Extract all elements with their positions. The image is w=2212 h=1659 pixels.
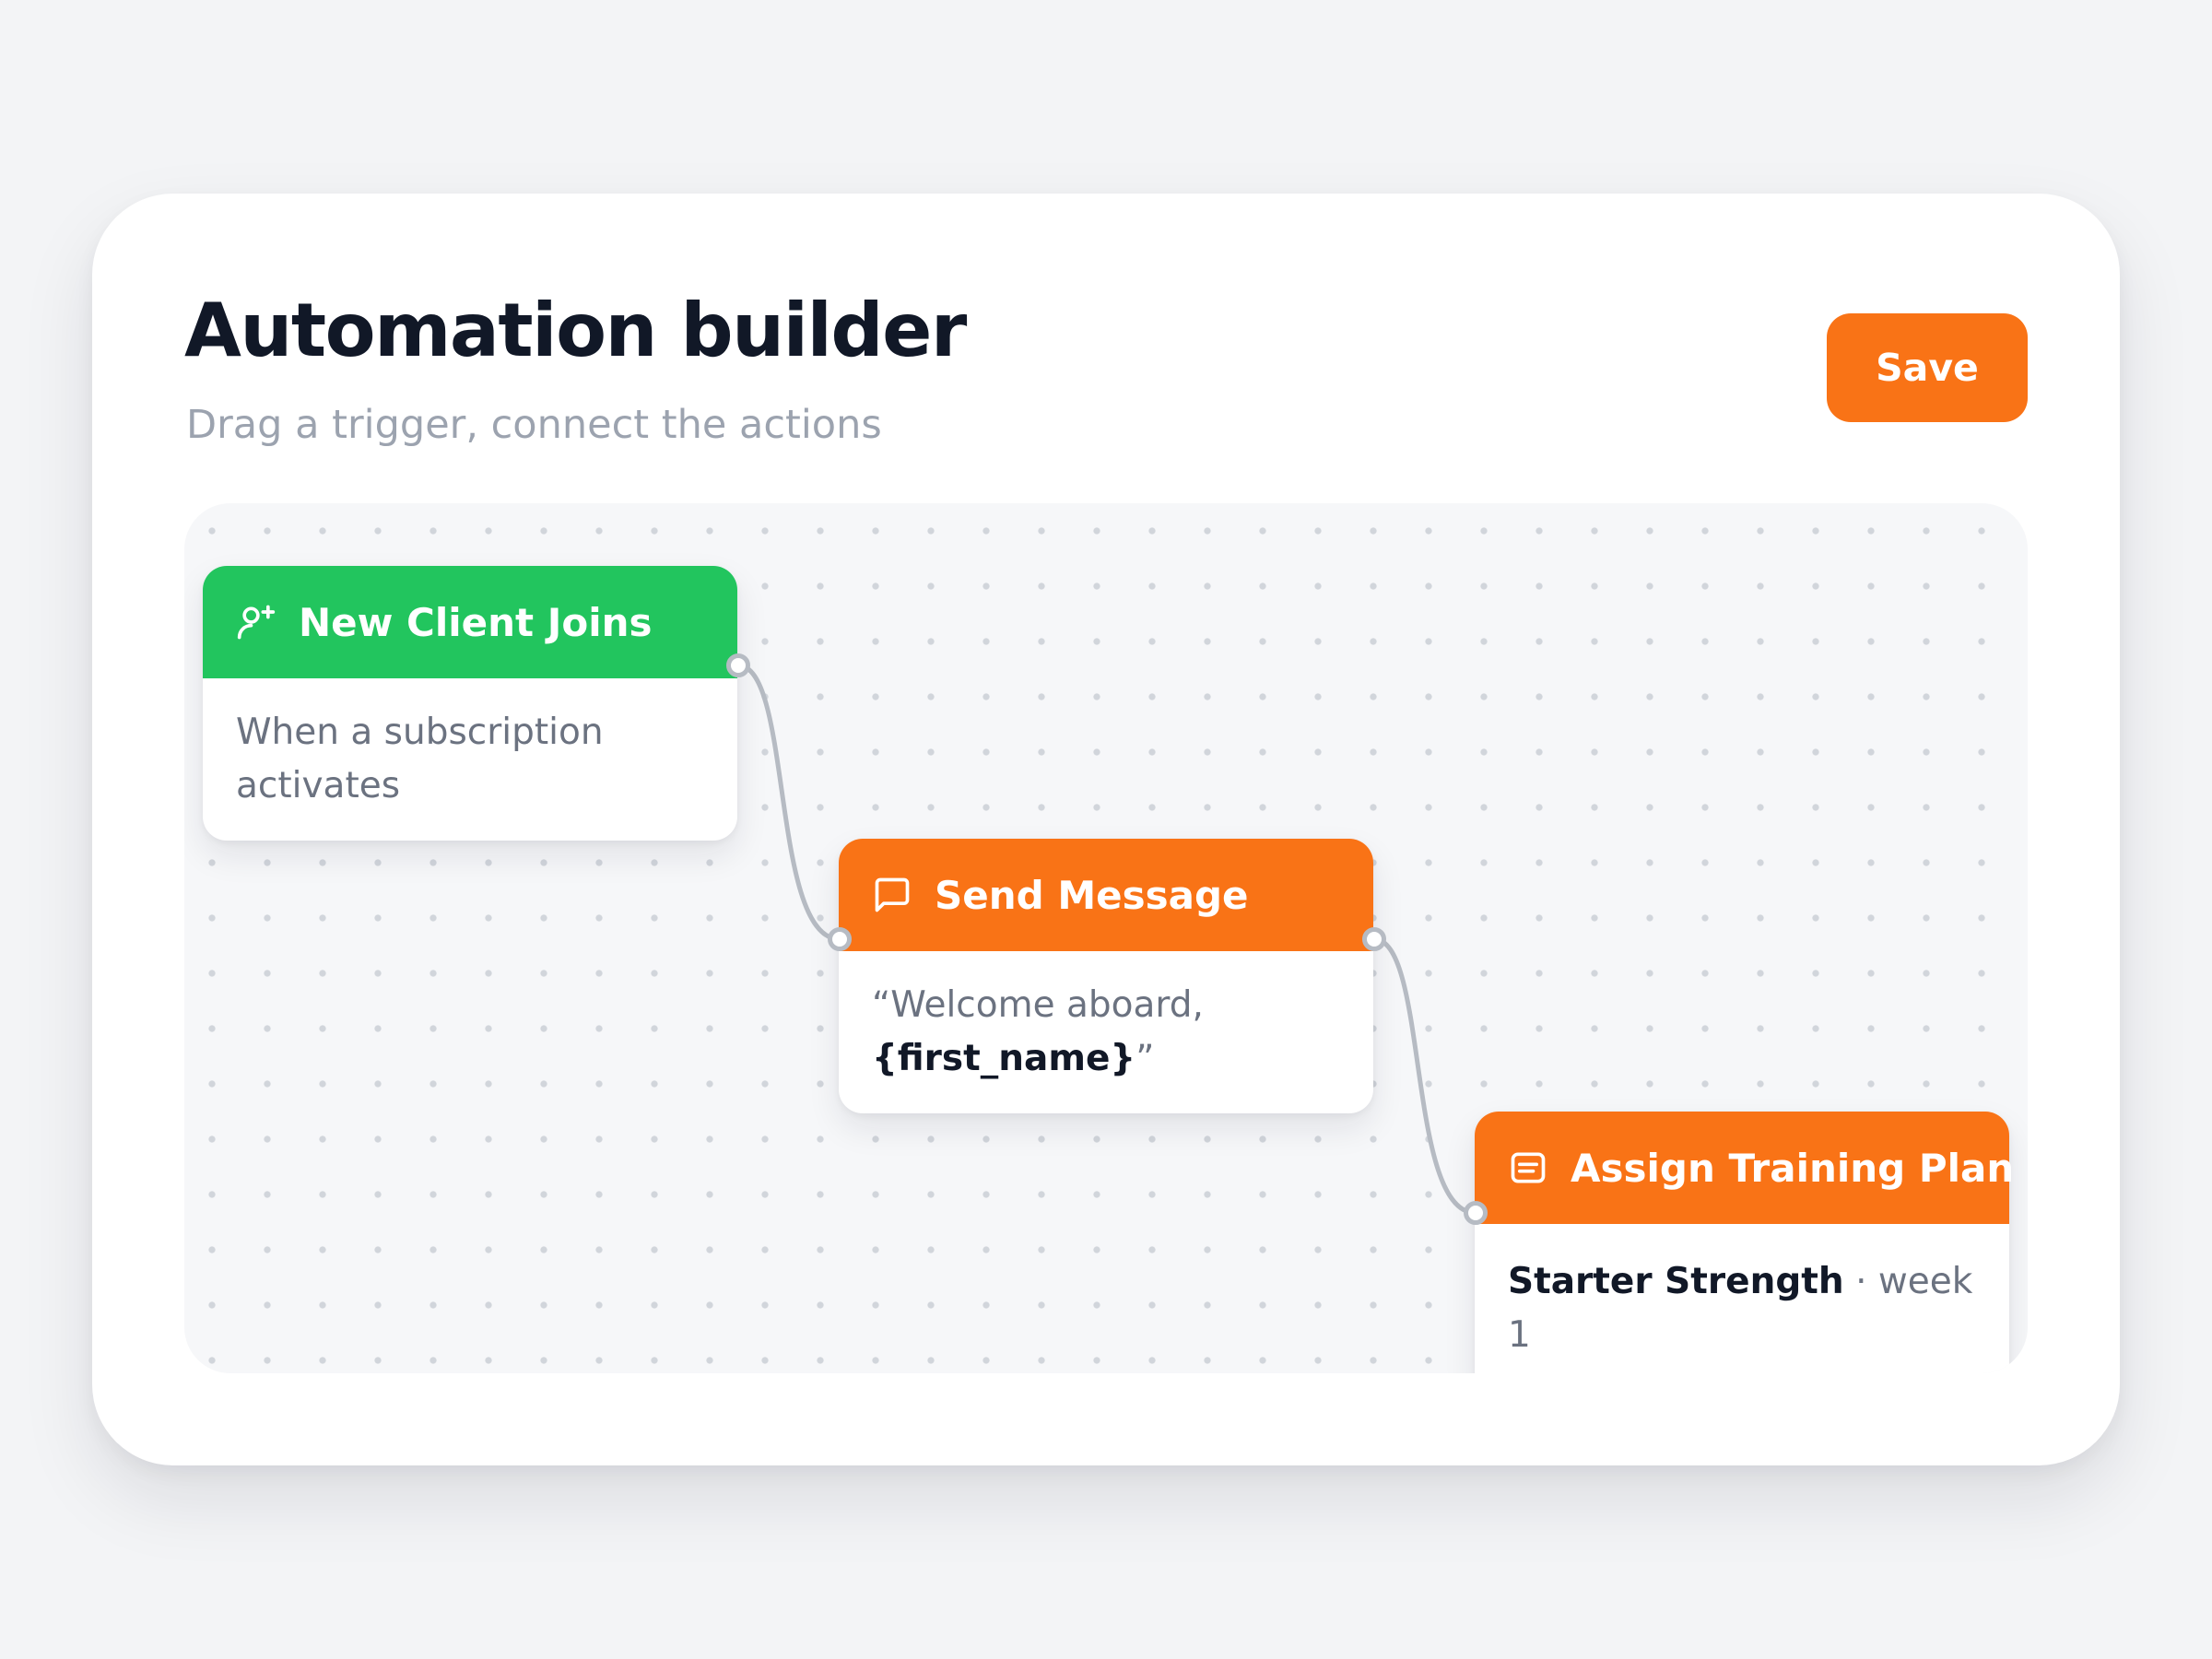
node-assign-plan-header[interactable]: Assign Training Plan <box>1475 1112 2014 1224</box>
connector-trigger-to-message <box>735 663 842 942</box>
port-plan-input[interactable] <box>1464 1201 1488 1225</box>
workflow-canvas[interactable]: New Client Joins When a subscription act… <box>184 503 2028 1373</box>
node-send-message-title: Send Message <box>935 872 1249 918</box>
connector-message-to-plan <box>1371 936 1478 1216</box>
message-text-open: “Welcome aboard, <box>872 984 1204 1026</box>
save-button[interactable]: Save <box>1827 313 2028 422</box>
node-assign-plan-body: Starter Strength · week 1 <box>1475 1224 2009 1373</box>
port-message-output[interactable] <box>1362 927 1386 951</box>
message-icon <box>872 875 912 915</box>
message-variable: {first_name} <box>872 1038 1136 1079</box>
message-text-close: ” <box>1135 1038 1155 1079</box>
automation-builder-card: Automation builder Drag a trigger, conne… <box>92 194 2120 1465</box>
page-subtitle: Drag a trigger, connect the actions <box>186 402 882 448</box>
node-send-message[interactable]: Send Message “Welcome aboard, {first_nam… <box>839 839 1373 1113</box>
node-trigger[interactable]: New Client Joins When a subscription act… <box>203 566 737 841</box>
clipboard-icon <box>1508 1147 1548 1188</box>
page-title: Automation builder <box>184 288 967 373</box>
node-trigger-title: New Client Joins <box>299 599 653 645</box>
node-assign-plan[interactable]: Assign Training Plan Starter Strength · … <box>1475 1112 2014 1373</box>
node-send-message-body: “Welcome aboard, {first_name}” <box>839 951 1373 1113</box>
node-trigger-header[interactable]: New Client Joins <box>203 566 737 678</box>
port-message-input[interactable] <box>828 927 852 951</box>
node-assign-plan-title: Assign Training Plan <box>1571 1145 2015 1191</box>
port-trigger-output[interactable] <box>726 653 750 677</box>
user-plus-icon <box>236 602 276 642</box>
node-trigger-body: When a subscription activates <box>203 678 737 841</box>
plan-name: Starter Strength <box>1508 1261 1844 1302</box>
node-send-message-header[interactable]: Send Message <box>839 839 1373 951</box>
node-trigger-description: When a subscription activates <box>236 712 604 806</box>
